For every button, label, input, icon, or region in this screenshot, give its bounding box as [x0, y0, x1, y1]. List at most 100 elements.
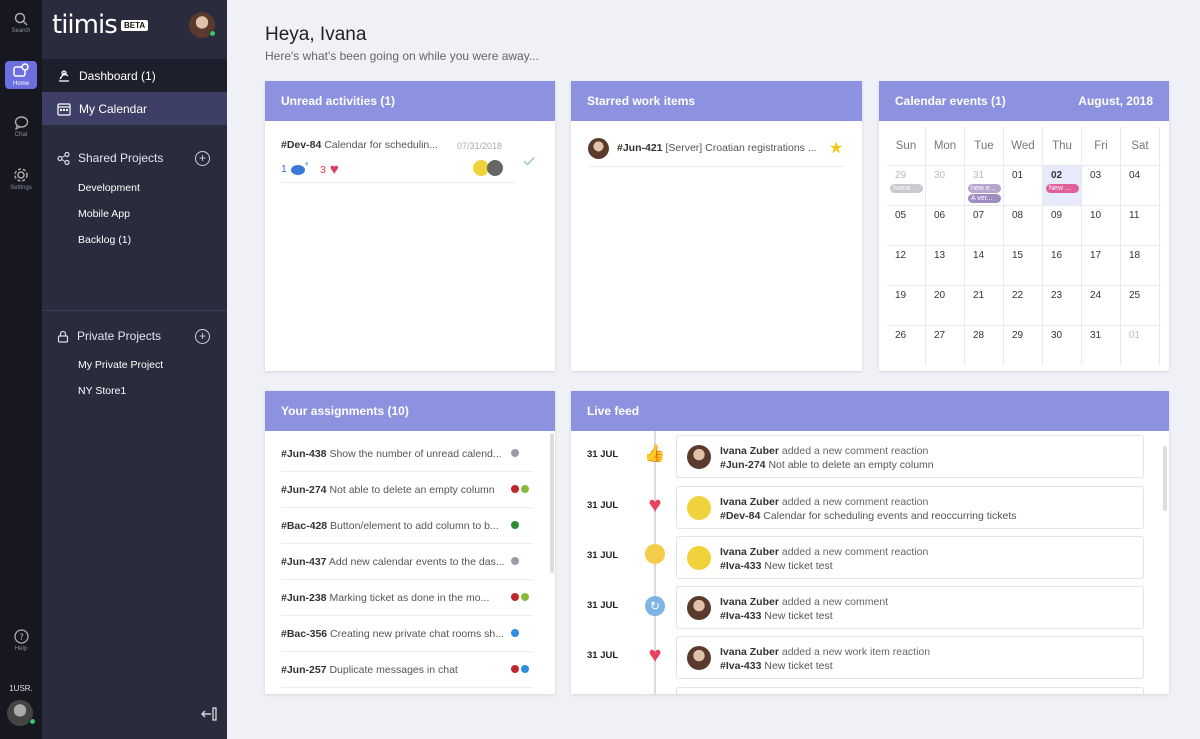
collapse-sidebar-icon[interactable] [200, 706, 218, 722]
calendar-day[interactable]: 14 [965, 246, 1004, 285]
calendar-day[interactable]: 24 [1082, 286, 1121, 325]
calendar-week: 29 Ivana ... 30 31 new e... A ver... 01 02 N… [887, 165, 1161, 205]
refresh-comment-icon: ↻ [644, 594, 666, 616]
calendar-day[interactable]: 27 [926, 326, 965, 365]
calendar-day[interactable]: 01 [1121, 326, 1160, 365]
shared-project-item[interactable]: Mobile App [78, 208, 130, 220]
thinking-face-icon [644, 544, 666, 566]
calendar-day[interactable]: 31 new e... A ver... [965, 166, 1004, 205]
calendar-event[interactable]: Ivana ... [890, 184, 923, 193]
assignment-row[interactable]: #Bac-356 Creating new private chat rooms… [281, 616, 533, 652]
starred-item[interactable]: #Jun-421 [Server] Croatian registrations… [617, 142, 832, 154]
assignment-row[interactable]: #Jun-438 Show the number of unread calen… [281, 436, 533, 472]
assignment-row[interactable]: #Jun-437 Add new calendar events to the … [281, 544, 533, 580]
calendar-day[interactable]: 15 [1004, 246, 1043, 285]
feed-line-2: #Iva-433 New ticket test [720, 610, 833, 622]
calendar-day[interactable]: 22 [1004, 286, 1043, 325]
add-private-project-button[interactable]: + [195, 329, 210, 344]
feed-line-1: Ivana Zuber added a new work item reacti… [720, 646, 931, 658]
rail-chat-label: Chat [14, 132, 28, 138]
calendar-day[interactable]: 21 [965, 286, 1004, 325]
nav-dashboard-label: Dashboard (1) [79, 68, 156, 83]
likes-count: 1 [281, 162, 287, 175]
assignment-row[interactable]: #Jun-238 Marking ticket as done in the m… [281, 580, 533, 616]
avatar [687, 596, 711, 620]
calendar-day[interactable]: 01 [1004, 166, 1043, 205]
calendar-day[interactable]: 13 [926, 246, 965, 285]
calendar-day[interactable]: 09 [1043, 206, 1082, 245]
calendar-day[interactable]: 10 [1082, 206, 1121, 245]
rail-settings[interactable]: Settings [0, 167, 42, 191]
calendar-event[interactable]: A ver... [968, 194, 1001, 203]
feed-card[interactable]: Ivana Zuber added a new work item reacti… [676, 636, 1144, 679]
private-projects-header[interactable]: Private Projects [57, 329, 161, 343]
assignment-row[interactable]: #Jun-274 Not able to delete an empty col… [281, 472, 533, 508]
brand-logo[interactable]: tiimis [52, 10, 118, 40]
calendar-day[interactable]: 23 [1043, 286, 1082, 325]
rail-home[interactable]: Home [5, 61, 37, 89]
calendar-day[interactable]: 30 [1043, 326, 1082, 365]
scrollbar[interactable] [550, 433, 554, 573]
card-header: Live feed [571, 391, 1169, 431]
calendar-day[interactable]: 04 [1121, 166, 1160, 205]
card-title: Starred work items [587, 94, 696, 108]
calendar-day[interactable]: 31 [1082, 326, 1121, 365]
private-project-item[interactable]: NY Store1 [78, 385, 126, 397]
search-icon [14, 12, 28, 26]
calendar-day-today[interactable]: 02 New ... [1043, 166, 1082, 205]
calendar-day[interactable]: 03 [1082, 166, 1121, 205]
feed-card[interactable]: Ivana Zuber added a new comment reaction… [676, 536, 1144, 579]
feed-line-1: Ivana Zuber added a new comment reaction [720, 445, 929, 457]
rail-help[interactable]: ? Help [0, 629, 42, 652]
card-title: Unread activities (1) [281, 94, 396, 108]
calendar-day[interactable]: 16 [1043, 246, 1082, 285]
calendar-day[interactable]: 25 [1121, 286, 1160, 325]
hearts-reaction[interactable]: 3 ♥ [320, 161, 339, 178]
rail-chat[interactable]: Chat [0, 116, 42, 138]
calendar-day[interactable]: 19 [887, 286, 926, 325]
calendar-day[interactable]: 06 [926, 206, 965, 245]
star-icon[interactable]: ★ [829, 138, 843, 158]
feed-card[interactable]: Ivana Zuber added a new comment reaction… [676, 435, 1144, 478]
online-indicator [29, 718, 36, 725]
calendar-day[interactable]: 11 [1121, 206, 1160, 245]
calendar-day[interactable]: 07 [965, 206, 1004, 245]
shared-project-item[interactable]: Development [78, 182, 140, 194]
rail-user-label: 1USR. [9, 684, 33, 693]
calendar-day[interactable]: 30 [926, 166, 965, 205]
status-dots [509, 592, 529, 604]
private-project-item[interactable]: My Private Project [78, 359, 163, 371]
feed-item[interactable]: 31 JUL ↻ Ivana Zuber added a new comment… [587, 586, 1147, 629]
dashboard-icon [59, 69, 69, 82]
svg-text:+: + [304, 161, 308, 168]
calendar-day[interactable]: 28 [965, 326, 1004, 365]
add-shared-project-button[interactable]: + [195, 151, 210, 166]
calendar-event[interactable]: New ... [1046, 184, 1079, 193]
calendar-day[interactable]: 20 [926, 286, 965, 325]
shared-projects-header[interactable]: Shared Projects [57, 151, 163, 165]
feed-item[interactable]: 31 JUL 👍 Ivana Zuber added a new comment… [587, 435, 1147, 478]
calendar-day[interactable]: 17 [1082, 246, 1121, 285]
nav-my-calendar[interactable]: My Calendar [42, 92, 227, 125]
likes-reaction[interactable]: 1 + [281, 161, 308, 176]
feed-item[interactable]: 31 JUL ♥ Ivana Zuber added a new comment… [587, 486, 1147, 529]
rail-search[interactable]: Search [0, 12, 42, 34]
calendar-day[interactable]: 26 [887, 326, 926, 365]
calendar-day[interactable]: 29 Ivana ... [887, 166, 926, 205]
calendar-day[interactable]: 08 [1004, 206, 1043, 245]
feed-item[interactable]: 31 JUL ♥ Ivana Zuber added a new work it… [587, 636, 1147, 679]
calendar-event[interactable]: new e... [968, 184, 1001, 193]
calendar-day[interactable]: 18 [1121, 246, 1160, 285]
checkmark-icon[interactable] [523, 156, 535, 166]
assignment-row[interactable]: #Jun-257 Duplicate messages in chat [281, 652, 533, 688]
assignment-row[interactable]: #Bac-428 Button/element to add column to… [281, 508, 533, 544]
calendar-day[interactable]: 29 [1004, 326, 1043, 365]
nav-dashboard[interactable]: Dashboard (1) [42, 59, 227, 92]
feed-card[interactable]: Ivana Zuber added a new comment reaction… [676, 486, 1144, 529]
feed-card[interactable]: Ivana Zuber added a new comment #Iva-433… [676, 586, 1144, 629]
scrollbar[interactable] [1163, 446, 1167, 511]
calendar-day[interactable]: 05 [887, 206, 926, 245]
calendar-day[interactable]: 12 [887, 246, 926, 285]
feed-item[interactable]: 31 JUL Ivana Zuber added a new comment r… [587, 536, 1147, 579]
shared-project-item[interactable]: Backlog (1) [78, 234, 131, 246]
